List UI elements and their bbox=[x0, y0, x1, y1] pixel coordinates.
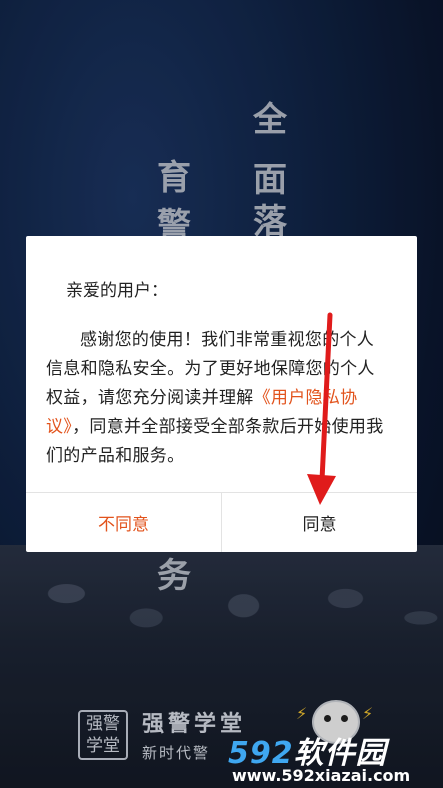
decline-button[interactable]: 不同意 bbox=[26, 493, 221, 552]
dialog-body: 感谢您的使用！我们非常重视您的个人信息和隐私安全。为了更好地保障您的个人权益，请… bbox=[46, 326, 387, 471]
watermark-url: www.592xiazai.com bbox=[232, 766, 411, 785]
agree-button[interactable]: 同意 bbox=[222, 493, 417, 552]
privacy-dialog: 亲爱的用户： 感谢您的使用！我们非常重视您的个人信息和隐私安全。为了更好地保障您… bbox=[26, 236, 417, 552]
site-watermark: 592软件园 www.592xiazai.com bbox=[220, 728, 443, 788]
dialog-greeting: 亲爱的用户： bbox=[66, 281, 168, 301]
dialog-body-text-end: ，同意并全部接受全部条款后开始使用我们的产品和服务。 bbox=[46, 417, 384, 466]
